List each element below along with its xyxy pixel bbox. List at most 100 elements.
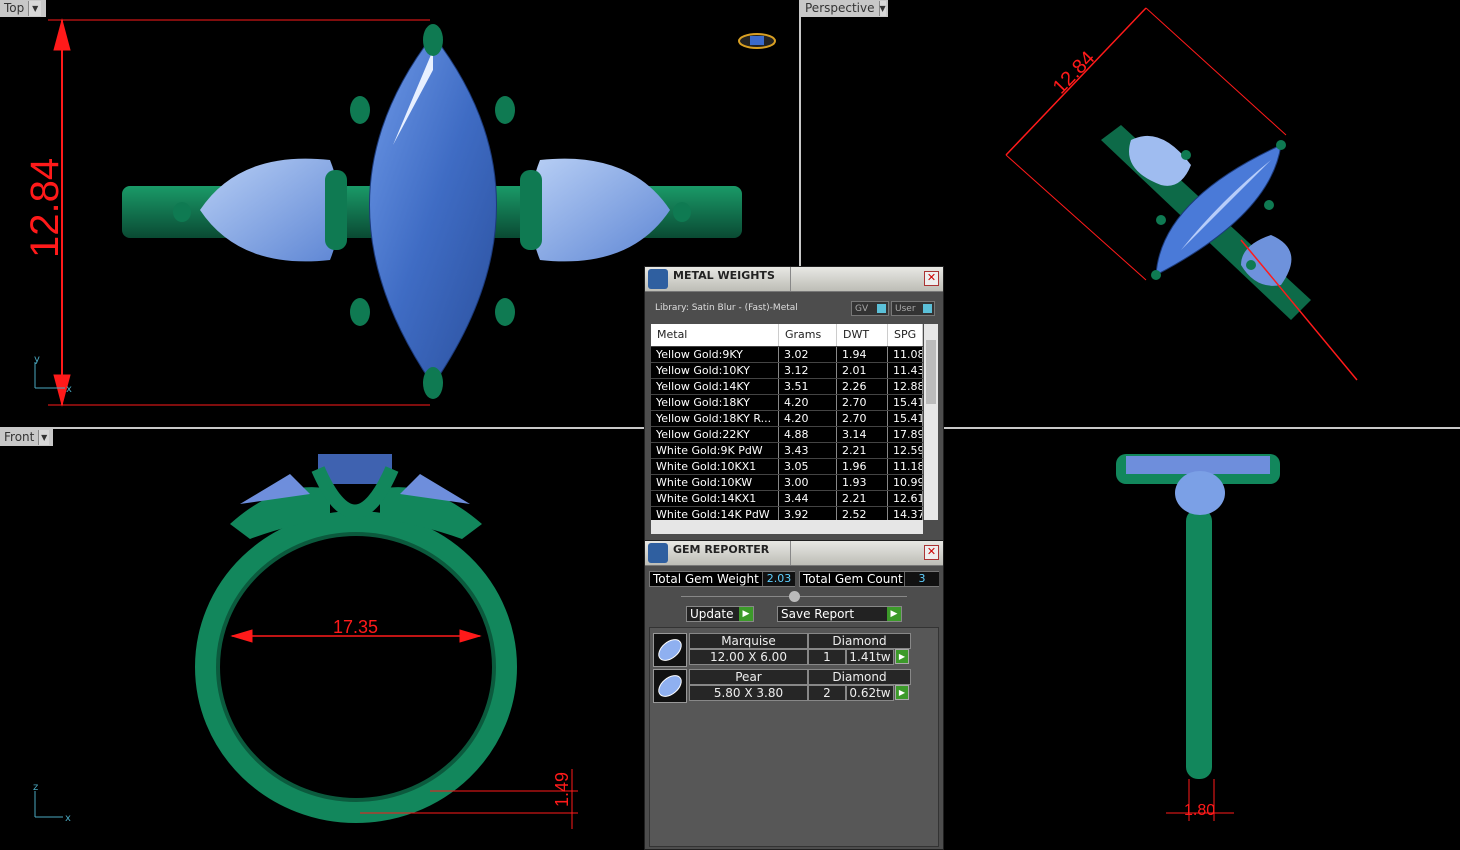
column-header[interactable]: Grams — [779, 324, 837, 346]
table-cell: White Gold:14KX1 — [651, 491, 779, 506]
pear-gem-right — [530, 158, 670, 262]
library-label: Library: Satin Blur - (Fast)-Metal — [655, 303, 798, 313]
pear-gem-left — [200, 158, 340, 262]
gem-reporter-panel: GEM REPORTER ✕ Total Gem Weight 2.03 Tot… — [644, 540, 944, 850]
right-view-render: 1.80 — [1116, 454, 1280, 821]
gem-cut: Pear — [689, 669, 808, 685]
gem-reporter-icon — [648, 543, 668, 563]
table-row[interactable]: White Gold:14K PdW 3.92 2.52 14.37 — [651, 506, 923, 520]
play-icon: ▶ — [739, 607, 753, 621]
metal-weights-panel: METAL WEIGHTS ✕ Library: Satin Blur - (F… — [644, 266, 944, 542]
table-row[interactable]: Yellow Gold:14KY 3.51 2.26 12.88 — [651, 378, 923, 394]
gem-size: 12.00 X 6.00 — [689, 649, 808, 665]
table-cell: 3.44 — [779, 491, 837, 506]
front-view-render: 17.35 1.49 z x — [33, 454, 578, 829]
table-cell: 4.88 — [779, 427, 837, 442]
column-header[interactable]: DWT — [837, 324, 888, 346]
column-header[interactable]: Metal — [651, 324, 779, 346]
panel-splitter[interactable] — [681, 591, 907, 602]
total-gem-weight-field: Total Gem Weight 2.03 — [649, 571, 795, 587]
gv-label: GV — [855, 304, 869, 314]
table-cell: 3.00 — [779, 475, 837, 490]
marquise-gem — [369, 34, 497, 386]
table-row[interactable]: Yellow Gold:18KY R... 4.20 2.70 15.41 — [651, 410, 923, 426]
panel-title: METAL WEIGHTS — [673, 269, 775, 282]
metal-weights-table[interactable]: Metal Grams DWT SPG Yellow Gold:9KY 3.02 1… — [651, 324, 923, 520]
close-icon[interactable]: ✕ — [924, 271, 939, 286]
table-cell: 12.61 — [888, 491, 923, 506]
gem-details-button[interactable]: ▶ — [895, 649, 909, 664]
metal-weights-icon — [648, 269, 668, 289]
table-cell: 2.70 — [837, 411, 888, 426]
total-gem-count-value: 3 — [904, 572, 939, 586]
table-row[interactable]: Yellow Gold:18KY 4.20 2.70 15.41 — [651, 394, 923, 410]
save-report-button[interactable]: Save Report ▶ — [777, 606, 902, 622]
table-cell: 12.88 — [888, 379, 923, 394]
metal-weights-titlebar[interactable]: METAL WEIGHTS ✕ — [645, 267, 943, 292]
gem-count: 2 — [808, 685, 846, 701]
table-cell: 1.94 — [837, 347, 888, 362]
front-thickness-dimension-text: 1.49 — [552, 772, 572, 807]
gv-toggle[interactable]: GV — [851, 301, 889, 316]
top-dimension-text: 12.84 — [23, 158, 67, 258]
update-button[interactable]: Update ▶ — [686, 606, 754, 622]
gem-reporter-titlebar[interactable]: GEM REPORTER ✕ — [645, 541, 943, 566]
ring-shank — [195, 511, 517, 823]
ring-shank-side — [1186, 509, 1212, 779]
table-row[interactable]: White Gold:9K PdW 3.43 2.21 12.59 — [651, 442, 923, 458]
table-cell: Yellow Gold:10KY — [651, 363, 779, 378]
table-header: Metal Grams DWT SPG — [651, 324, 923, 346]
save-report-label: Save Report — [781, 607, 855, 621]
table-cell: 2.52 — [837, 507, 888, 520]
table-cell: 11.43 — [888, 363, 923, 378]
axis-x-label: x — [66, 384, 72, 395]
table-cell: 15.41 — [888, 411, 923, 426]
user-toggle[interactable]: User — [891, 301, 935, 316]
pear-gem-upper — [1129, 135, 1191, 186]
axis-x-label: x — [65, 813, 71, 824]
play-icon: ▶ — [887, 607, 901, 621]
gem-stone: Diamond — [808, 669, 911, 685]
table-cell: 3.14 — [837, 427, 888, 442]
vertical-scrollbar[interactable] — [924, 324, 938, 520]
gem-row[interactable]: Marquise Diamond 12.00 X 6.00 1 1.41tw ▶ — [653, 633, 913, 667]
table-row[interactable]: Yellow Gold:9KY 3.02 1.94 11.08 — [651, 346, 923, 362]
right-viewport[interactable]: 1.80 — [944, 429, 1460, 850]
table-cell: 2.70 — [837, 395, 888, 410]
panel-title: GEM REPORTER — [673, 543, 770, 556]
gem-shape-icon — [653, 669, 687, 703]
table-cell: White Gold:9K PdW — [651, 443, 779, 458]
table-row[interactable]: White Gold:10KX1 3.05 1.96 11.18 — [651, 458, 923, 474]
table-row[interactable]: White Gold:14KX1 3.44 2.21 12.61 — [651, 490, 923, 506]
gem-shape-icon — [653, 633, 687, 667]
gem-weight: 1.41tw — [846, 649, 894, 665]
table-cell: 3.51 — [779, 379, 837, 394]
table-cell: 17.89 — [888, 427, 923, 442]
table-row[interactable]: Yellow Gold:22KY 4.88 3.14 17.89 — [651, 426, 923, 442]
table-cell: 3.43 — [779, 443, 837, 458]
gem-row[interactable]: Pear Diamond 5.80 X 3.80 2 0.62tw ▶ — [653, 669, 913, 703]
table-cell: 3.12 — [779, 363, 837, 378]
horizontal-scrollbar[interactable] — [651, 520, 923, 534]
gem-weight: 0.62tw — [846, 685, 894, 701]
gem-details-button[interactable]: ▶ — [895, 685, 909, 700]
user-label: User — [895, 304, 916, 314]
table-cell: Yellow Gold:9KY — [651, 347, 779, 362]
right-dimension-text: 1.80 — [1184, 802, 1215, 819]
column-header[interactable]: SPG — [888, 324, 923, 346]
table-cell: 12.59 — [888, 443, 923, 458]
pear-gem — [1175, 471, 1225, 515]
front-viewport[interactable]: Front ▼ 17.35 1.49 z x — [0, 429, 644, 850]
logo-icon — [738, 33, 776, 49]
table-cell: Yellow Gold:18KY R... — [651, 411, 779, 426]
gem-stone: Diamond — [808, 633, 911, 649]
total-gem-weight-value: 2.03 — [762, 572, 795, 586]
table-row[interactable]: White Gold:10KW 3.00 1.93 10.99 — [651, 474, 923, 490]
total-gem-count-label: Total Gem Count — [803, 572, 903, 586]
table-cell: 3.92 — [779, 507, 837, 520]
total-gem-count-field: Total Gem Count 3 — [799, 571, 939, 587]
table-cell: White Gold:10KW — [651, 475, 779, 490]
table-cell: 2.26 — [837, 379, 888, 394]
close-icon[interactable]: ✕ — [924, 545, 939, 560]
table-row[interactable]: Yellow Gold:10KY 3.12 2.01 11.43 — [651, 362, 923, 378]
